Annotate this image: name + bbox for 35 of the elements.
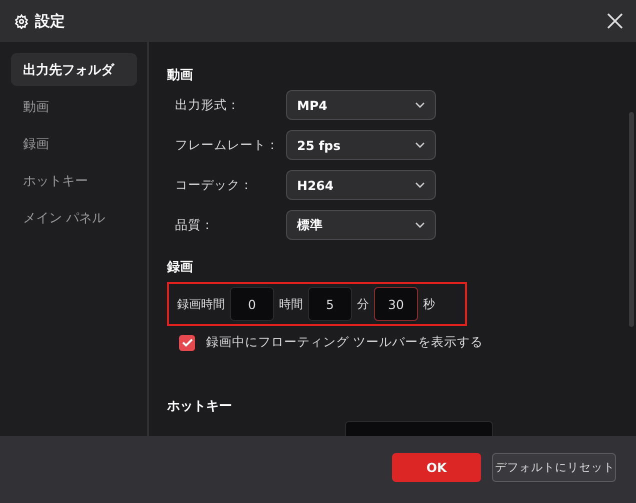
chevron-down-icon <box>415 142 425 148</box>
checkbox-label: 録画中にフローティング ツールバーを表示する <box>206 334 483 351</box>
chevron-down-icon <box>415 222 425 228</box>
chevron-down-icon <box>415 182 425 188</box>
sidebar-item[interactable]: メイン パネル <box>11 201 137 234</box>
reset-button[interactable]: デフォルトにリセット <box>492 453 616 482</box>
ok-button[interactable]: OK <box>392 453 481 482</box>
dropdown[interactable]: 標準 <box>286 210 436 240</box>
sidebar-item[interactable]: 出力先フォルダ <box>11 53 137 86</box>
unit-label: 時間 <box>279 296 303 312</box>
dropdown[interactable]: H264 <box>286 170 436 200</box>
section-heading: ホットキー <box>167 398 233 415</box>
window-title: 設定 <box>35 12 66 30</box>
section-heading: 動画 <box>167 67 194 84</box>
duration-label: 録画時間 <box>177 296 225 312</box>
close-button[interactable] <box>606 12 624 30</box>
number-field[interactable]: 30 <box>374 287 418 321</box>
section-heading: 録画 <box>167 259 194 276</box>
sidebar-item[interactable]: 動画 <box>11 90 137 123</box>
unit-label: 秒 <box>423 296 435 312</box>
chevron-down-icon <box>415 102 425 108</box>
setting-label: 品質： <box>175 216 215 234</box>
number-field[interactable]: 5 <box>308 287 352 321</box>
scrollbar[interactable] <box>629 112 634 327</box>
setting-label: フレームレート： <box>175 136 280 154</box>
settings-icon <box>14 14 29 28</box>
number-field[interactable]: 0 <box>230 287 274 321</box>
dropdown[interactable]: MP4 <box>286 90 436 120</box>
sidebar-item[interactable]: 録画 <box>11 127 137 160</box>
setting-label: 出力形式： <box>175 96 241 114</box>
dropdown[interactable]: 25 fps <box>286 130 436 160</box>
setting-label: コーデック： <box>175 176 254 194</box>
sidebar-item[interactable]: ホットキー <box>11 164 137 197</box>
checkbox[interactable] <box>179 334 195 350</box>
unit-label: 分 <box>357 296 369 312</box>
